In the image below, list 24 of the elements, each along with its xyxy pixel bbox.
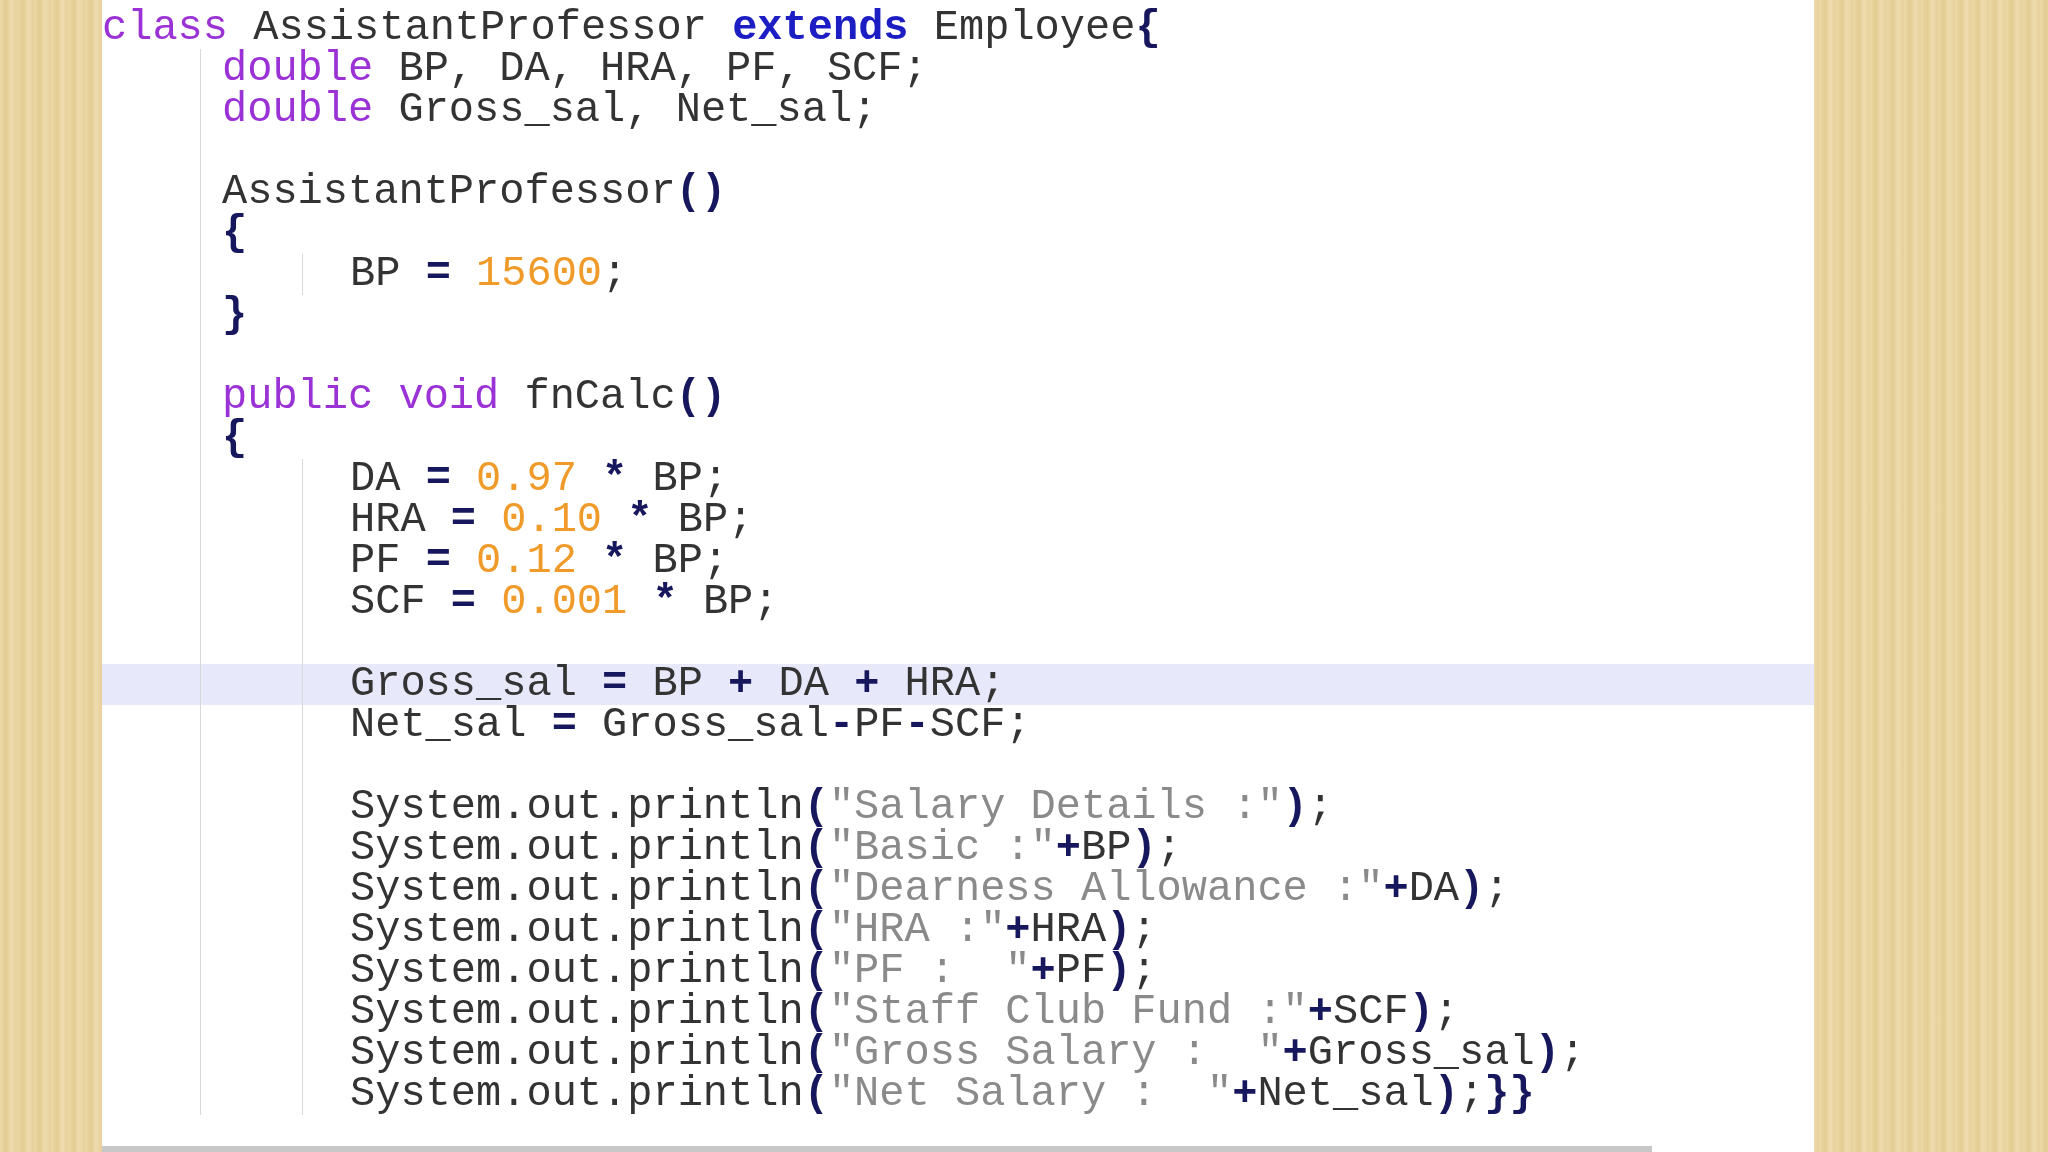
code-line: System.out.println("HRA :"+HRA); [350,910,1157,951]
code-line: double BP, DA, HRA, PF, SCF; [222,49,928,90]
code-line: { [222,213,248,254]
code-line: PF = 0.12 * BP; [350,541,729,582]
code-line: System.out.println("Staff Club Fund :"+SCF); [350,992,1460,1033]
code-line: Gross_sal = BP + DA + HRA; [350,664,1006,705]
code-line: DA = 0.97 * BP; [350,459,729,500]
code-line: Net_sal = Gross_sal-PF-SCF; [350,705,1031,746]
code-line: } [222,295,248,336]
code-line: System.out.println("PF : "+PF); [350,951,1157,992]
code-line: double Gross_sal, Net_sal; [222,90,878,131]
code-line: System.out.println("Basic :"+BP); [350,828,1182,869]
code-line: BP = 15600; [350,254,628,295]
code-line: System.out.println("Salary Details :"); [350,787,1334,828]
horizontal-scrollbar[interactable] [102,1146,1652,1152]
code-line: HRA = 0.10 * BP; [350,500,754,541]
code-line: class AssistantProfessor extends Employee{ [102,8,1161,49]
code-line: AssistantProfessor() [222,172,727,213]
code-line: SCF = 0.001 * BP; [350,582,779,623]
code-line: System.out.println("Dearness Allowance :"+DA); [350,869,1510,910]
code-line: System.out.println("Net Salary : "+Net_sal);}} [350,1074,1535,1115]
code-line: { [222,418,248,459]
code-line: System.out.println("Gross Salary : "+Gross_sal); [350,1033,1586,1074]
code-line: public void fnCalc() [222,377,727,418]
